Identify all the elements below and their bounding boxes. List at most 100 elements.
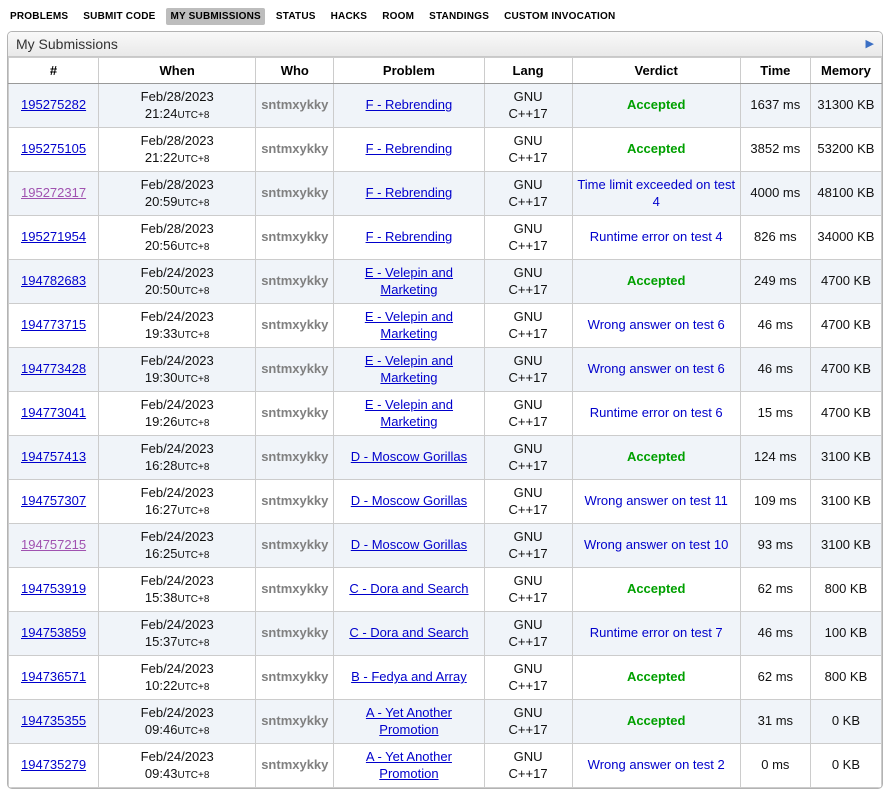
submission-id-link[interactable]: 194735355 [21, 713, 86, 728]
submission-row: 194735279 Feb/24/202309:43UTC+8 sntmxykk… [9, 744, 882, 788]
submission-when: Feb/24/202315:38UTC+8 [99, 568, 256, 612]
problem-link[interactable]: C - Dora and Search [349, 625, 468, 640]
nav-item-my-submissions[interactable]: MY SUBMISSIONS [166, 8, 264, 25]
who-link[interactable]: sntmxykky [261, 493, 328, 508]
problem-link[interactable]: E - Velepin and Marketing [365, 397, 453, 429]
when-time: 16:28 [145, 458, 178, 473]
nav-item-room[interactable]: ROOM [378, 8, 418, 25]
submission-id-link[interactable]: 194757413 [21, 449, 86, 464]
submission-id-link[interactable]: 194753919 [21, 581, 86, 596]
expand-arrow-icon[interactable]: ▶ [866, 39, 874, 50]
nav-item-custom-invocation[interactable]: CUSTOM INVOCATION [500, 8, 619, 25]
problem-link[interactable]: A - Yet Another Promotion [366, 705, 452, 737]
who-link[interactable]: sntmxykky [261, 537, 328, 552]
when-date: Feb/28/2023 [103, 133, 251, 150]
problem-link[interactable]: D - Moscow Gorillas [351, 537, 467, 552]
when-date: Feb/24/2023 [103, 353, 251, 370]
nav-item-problems[interactable]: PROBLEMS [6, 8, 72, 25]
nav-item-submit-code[interactable]: SUBMIT CODE [79, 8, 159, 25]
who-link[interactable]: sntmxykky [261, 229, 328, 244]
lang-text: GNU C++17 [503, 89, 553, 123]
who-link[interactable]: sntmxykky [261, 405, 328, 420]
submission-id-link[interactable]: 194735279 [21, 757, 86, 772]
time-text: 0 ms [740, 744, 810, 788]
when-date: Feb/24/2023 [103, 749, 251, 766]
memory-text: 0 KB [810, 744, 881, 788]
nav-item-status[interactable]: STATUS [272, 8, 320, 25]
lang-text: GNU C++17 [503, 573, 553, 607]
problem-link[interactable]: F - Rebrending [366, 97, 453, 112]
nav-item-hacks[interactable]: HACKS [327, 8, 372, 25]
when-time: 19:30 [145, 370, 178, 385]
when-time: 15:38 [145, 590, 178, 605]
verdict-text: Accepted [627, 713, 686, 728]
submission-id-link[interactable]: 194773041 [21, 405, 86, 420]
who-link[interactable]: sntmxykky [261, 757, 328, 772]
submission-id-link[interactable]: 195272317 [21, 185, 86, 200]
problem-link[interactable]: E - Velepin and Marketing [365, 309, 453, 341]
submission-id-link[interactable]: 195271954 [21, 229, 86, 244]
verdict-text: Accepted [627, 97, 686, 112]
when-time: 16:27 [145, 502, 178, 517]
submission-when: Feb/24/202320:50UTC+8 [99, 260, 256, 304]
who-link[interactable]: sntmxykky [261, 97, 328, 112]
who-link[interactable]: sntmxykky [261, 185, 328, 200]
submission-id-link[interactable]: 194736571 [21, 669, 86, 684]
problem-link[interactable]: D - Moscow Gorillas [351, 449, 467, 464]
time-text: 62 ms [740, 568, 810, 612]
problem-link[interactable]: F - Rebrending [366, 141, 453, 156]
submission-id-link[interactable]: 194773715 [21, 317, 86, 332]
verdict-text: Accepted [627, 581, 686, 596]
when-date: Feb/28/2023 [103, 177, 251, 194]
problem-link[interactable]: D - Moscow Gorillas [351, 493, 467, 508]
memory-text: 800 KB [810, 568, 881, 612]
when-time: 09:46 [145, 722, 178, 737]
submissions-tbody: 195275282 Feb/28/202321:24UTC+8 sntmxykk… [9, 84, 882, 788]
who-link[interactable]: sntmxykky [261, 713, 328, 728]
lang-text: GNU C++17 [503, 441, 553, 475]
who-link[interactable]: sntmxykky [261, 361, 328, 376]
submission-id-link[interactable]: 194757215 [21, 537, 86, 552]
submission-id-link[interactable]: 194782683 [21, 273, 86, 288]
submission-id-link[interactable]: 195275105 [21, 141, 86, 156]
submission-id-link[interactable]: 194753859 [21, 625, 86, 640]
verdict-text: Runtime error on test 4 [590, 229, 723, 244]
submission-id-link[interactable]: 194757307 [21, 493, 86, 508]
submission-row: 194735355 Feb/24/202309:46UTC+8 sntmxykk… [9, 700, 882, 744]
submission-when: Feb/24/202319:26UTC+8 [99, 392, 256, 436]
lang-text: GNU C++17 [503, 617, 553, 651]
nav-item-standings[interactable]: STANDINGS [425, 8, 493, 25]
time-text: 31 ms [740, 700, 810, 744]
time-text: 3852 ms [740, 128, 810, 172]
who-link[interactable]: sntmxykky [261, 449, 328, 464]
submission-when: Feb/24/202316:27UTC+8 [99, 480, 256, 524]
who-link[interactable]: sntmxykky [261, 581, 328, 596]
memory-text: 53200 KB [810, 128, 881, 172]
lang-text: GNU C++17 [503, 529, 553, 563]
problem-link[interactable]: E - Velepin and Marketing [365, 353, 453, 385]
who-link[interactable]: sntmxykky [261, 273, 328, 288]
who-link[interactable]: sntmxykky [261, 317, 328, 332]
problem-link[interactable]: A - Yet Another Promotion [366, 749, 452, 781]
time-text: 124 ms [740, 436, 810, 480]
submission-when: Feb/24/202315:37UTC+8 [99, 612, 256, 656]
column-header-memory: Memory [810, 58, 881, 84]
time-text: 826 ms [740, 216, 810, 260]
when-utc: UTC+8 [177, 374, 209, 385]
submission-when: Feb/24/202319:30UTC+8 [99, 348, 256, 392]
who-link[interactable]: sntmxykky [261, 625, 328, 640]
problem-link[interactable]: F - Rebrending [366, 185, 453, 200]
problem-link[interactable]: C - Dora and Search [349, 581, 468, 596]
problem-link[interactable]: B - Fedya and Array [351, 669, 467, 684]
submission-row: 194782683 Feb/24/202320:50UTC+8 sntmxykk… [9, 260, 882, 304]
problem-link[interactable]: F - Rebrending [366, 229, 453, 244]
who-link[interactable]: sntmxykky [261, 141, 328, 156]
column-header-num: # [9, 58, 99, 84]
submission-id-link[interactable]: 195275282 [21, 97, 86, 112]
when-utc: UTC+8 [177, 462, 209, 473]
who-link[interactable]: sntmxykky [261, 669, 328, 684]
submission-id-link[interactable]: 194773428 [21, 361, 86, 376]
lang-text: GNU C++17 [503, 749, 553, 783]
when-time: 19:33 [145, 326, 178, 341]
problem-link[interactable]: E - Velepin and Marketing [365, 265, 453, 297]
